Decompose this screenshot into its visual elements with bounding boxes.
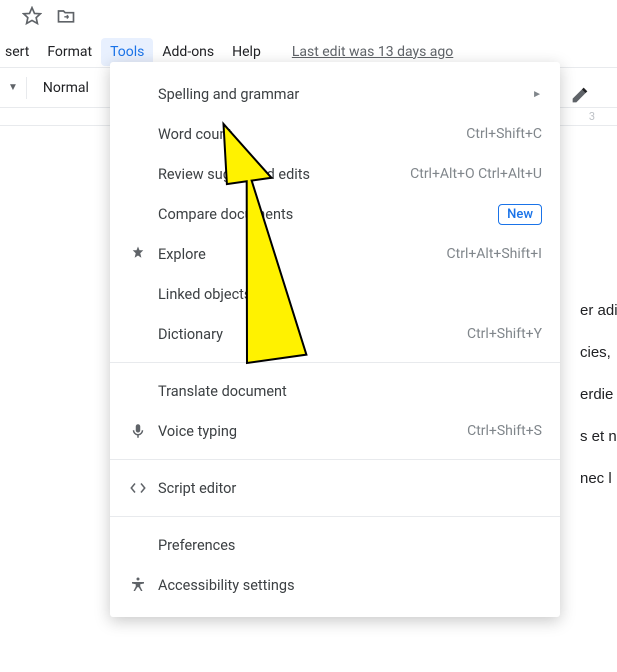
paragraph-style-label: Normal: [43, 80, 89, 96]
menu-divider: [110, 459, 560, 460]
menuitem-label: Translate document: [152, 383, 542, 400]
explore-icon: [124, 245, 152, 263]
move-folder-icon[interactable]: [56, 6, 76, 30]
menu-insert[interactable]: sert: [0, 38, 38, 66]
menuitem-accessibility-settings[interactable]: Accessibility settings: [110, 565, 560, 605]
menu-format[interactable]: Format: [38, 38, 101, 66]
menuitem-label: Script editor: [152, 480, 542, 497]
toolbar-separator: [26, 77, 27, 99]
menuitem-dictionary[interactable]: Dictionary Ctrl+Shift+Y: [110, 314, 560, 354]
tools-dropdown: Spelling and grammar ► Word count Ctrl+S…: [110, 62, 560, 617]
menuitem-compare-documents[interactable]: Compare documents New: [110, 194, 560, 234]
shortcut-text: Ctrl+Shift+S: [467, 423, 542, 439]
paragraph-style-dropdown[interactable]: Normal: [35, 80, 97, 96]
menuitem-label: Preferences: [152, 537, 542, 554]
code-icon: [124, 479, 152, 497]
highlighter-icon[interactable]: [569, 84, 591, 110]
shortcut-text: Ctrl+Shift+Y: [467, 326, 542, 342]
menu-divider: [110, 516, 560, 517]
menuitem-label: Compare documents: [152, 206, 498, 223]
menuitem-linked-objects[interactable]: Linked objects: [110, 274, 560, 314]
star-icon[interactable]: [22, 6, 42, 30]
menuitem-label: Voice typing: [152, 423, 467, 440]
menuitem-script-editor[interactable]: Script editor: [110, 468, 560, 508]
submenu-arrow-icon: ►: [532, 89, 542, 100]
new-badge: New: [498, 204, 542, 225]
last-edit-link[interactable]: Last edit was 13 days ago: [292, 44, 453, 60]
mic-icon: [124, 422, 152, 440]
menuitem-spelling-grammar[interactable]: Spelling and grammar ►: [110, 74, 560, 114]
toolbar-dropdown-caret[interactable]: ▼: [8, 82, 18, 93]
menuitem-translate-document[interactable]: Translate document: [110, 371, 560, 411]
menuitem-label: Linked objects: [152, 286, 542, 303]
menuitem-voice-typing[interactable]: Voice typing Ctrl+Shift+S: [110, 411, 560, 451]
menuitem-review-suggested-edits[interactable]: Review suggested edits Ctrl+Alt+O Ctrl+A…: [110, 154, 560, 194]
menuitem-word-count[interactable]: Word count Ctrl+Shift+C: [110, 114, 560, 154]
shortcut-text: Ctrl+Alt+O Ctrl+Alt+U: [410, 166, 542, 182]
menuitem-label: Accessibility settings: [152, 577, 542, 594]
menuitem-label: Spelling and grammar: [152, 86, 532, 103]
shortcut-text: Ctrl+Shift+C: [466, 126, 542, 142]
accessibility-icon: [124, 576, 152, 594]
ruler-mark: 3: [589, 110, 595, 123]
shortcut-text: Ctrl+Alt+Shift+I: [447, 246, 542, 262]
menu-divider: [110, 362, 560, 363]
menuitem-explore[interactable]: Explore Ctrl+Alt+Shift+I: [110, 234, 560, 274]
menuitem-preferences[interactable]: Preferences: [110, 525, 560, 565]
menuitem-label: Word count: [152, 126, 466, 143]
menuitem-label: Explore: [152, 246, 447, 263]
menuitem-label: Dictionary: [152, 326, 467, 343]
menuitem-label: Review suggested edits: [152, 166, 410, 183]
